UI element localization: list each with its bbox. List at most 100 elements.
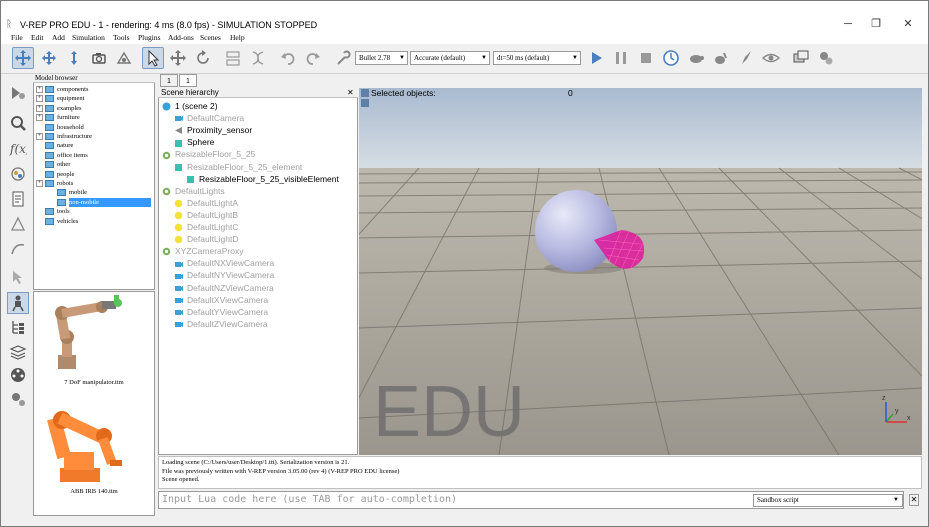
viewport-corner-icon-2[interactable] [361,99,369,107]
model-folder-item[interactable]: + infrastructure [36,132,92,141]
scene-object-row[interactable]: DefaultNYViewCamera [174,269,274,281]
scene-object-row[interactable]: DefaultNZViewCamera [174,282,274,294]
physics-engine-select[interactable]: Bullet 2.78 ▼ [355,51,408,65]
menu-edit[interactable]: Edit [31,33,44,43]
transfer-dna-button[interactable] [247,47,269,69]
close-button[interactable]: ✕ [898,18,918,30]
scene-object-row[interactable]: ResizableFloor_5_25 [162,148,255,160]
expand-icon[interactable]: + [36,104,43,112]
menu-add[interactable]: Add [52,33,65,43]
viewport-corner-icon[interactable] [361,89,369,97]
thumbnail-abb-irb-140[interactable] [42,398,134,486]
script-target-select[interactable]: Sandbox script ▼ [753,494,903,507]
scene-object-row[interactable]: 1 (scene 2) [162,100,218,112]
close-hierarchy-icon[interactable]: ✕ [347,88,354,97]
user-settings-button[interactable] [815,47,837,69]
user-settings-side-button[interactable] [7,388,29,410]
model-folder-item[interactable]: other [36,160,70,169]
visualization-toggle-button[interactable] [760,47,782,69]
expand-icon[interactable]: + [36,180,43,188]
scene-object-row[interactable]: DefaultYViewCamera [174,306,268,318]
layers-button[interactable] [7,341,29,363]
menu-help[interactable]: Help [230,33,245,43]
accuracy-select[interactable]: Accurate (default) ▼ [410,51,490,65]
scene-object-row[interactable]: DefaultCamera [174,112,244,124]
start-simulation-button[interactable] [585,47,607,69]
shape-edit-button[interactable] [7,213,29,235]
model-folder-item[interactable]: + equipment [36,94,84,103]
scene-object-row[interactable]: DefaultZViewCamera [174,318,268,330]
scene-object-row[interactable]: DefaultNXViewCamera [174,257,274,269]
collections-button[interactable] [7,163,29,185]
menu-simulation[interactable]: Simulation [72,33,105,43]
scene-object-row[interactable]: DefaultLightB [174,209,238,221]
scene-object-row[interactable]: Proximity_sensor [174,124,252,136]
scene-object-row[interactable]: DefaultLights [162,185,225,197]
pause-simulation-button[interactable] [610,47,632,69]
menu-add-ons[interactable]: Add-ons [168,33,194,43]
camera-rotate-button[interactable] [38,47,60,69]
expand-icon[interactable]: + [36,95,43,103]
model-browser-toggle-button[interactable] [7,292,29,314]
path-edit-button[interactable] [7,238,29,260]
menu-scenes[interactable]: Scenes [200,33,221,43]
model-folder-item[interactable]: people [36,170,74,179]
simulation-settings-button[interactable] [7,82,29,104]
scene-object-row[interactable]: DefaultLightA [174,197,238,209]
slower-button[interactable] [685,47,707,69]
model-folder-item[interactable]: non-mobile [48,197,151,207]
scene-object-row[interactable]: DefaultXViewCamera [174,294,268,306]
scripts-button[interactable] [7,188,29,210]
threaded-rendering-button[interactable] [735,47,757,69]
model-folder-item[interactable]: + components [36,85,88,94]
assemble-button[interactable] [222,47,244,69]
expand-icon[interactable]: + [36,114,43,122]
menu-file[interactable]: File [11,33,23,43]
model-folder-item[interactable]: tools [36,207,70,216]
stop-simulation-button[interactable] [635,47,657,69]
object-properties-button[interactable] [7,112,29,134]
model-folder-item[interactable]: + furniture [36,113,80,122]
scene-object-row[interactable]: DefaultLightD [174,233,239,245]
scene-tab-1[interactable]: 1 [160,74,178,87]
3d-viewport[interactable]: x y z EDU [359,88,922,455]
model-folder-item[interactable]: + robots [36,179,73,188]
undo-button[interactable] [277,47,299,69]
model-folder-item[interactable]: + examples [36,104,82,113]
scene-object-row[interactable]: XYZCameraProxy [162,245,244,257]
click-select-button[interactable] [142,47,164,69]
scene-hierarchy-toggle-button[interactable] [7,316,29,338]
minimize-button[interactable]: ─ [838,18,858,30]
scene-object-row[interactable]: DefaultLightC [174,221,239,233]
menu-plugins[interactable]: Plugins [138,33,161,43]
scene-object-row[interactable]: Sphere [174,136,214,148]
model-folder-item[interactable]: nature [36,141,73,150]
video-recorder-button[interactable] [7,364,29,386]
real-time-button[interactable] [660,47,682,69]
model-folder-item[interactable]: mobile [48,188,87,197]
thumbnail-7dof-manipulator[interactable] [40,293,140,375]
faster-button[interactable] [710,47,732,69]
camera-fit-button[interactable] [88,47,110,69]
clear-lua-button[interactable]: ✕ [909,494,919,506]
model-folder-item[interactable]: household [36,123,84,132]
scene-object-row[interactable]: ResizableFloor_5_25_visibleElement [186,173,339,185]
scene-tab-2[interactable]: 1 [179,74,197,87]
camera-pan-button[interactable] [12,47,34,69]
menu-tools[interactable]: Tools [113,33,130,43]
camera-angle-button[interactable] [113,47,135,69]
expand-icon[interactable]: + [36,133,43,141]
restore-button[interactable]: ❐ [866,18,886,30]
camera-shift-button[interactable] [63,47,85,69]
dynamics-toggle-button[interactable] [332,47,354,69]
expand-icon[interactable]: + [36,86,43,94]
selection-button[interactable] [7,266,29,288]
time-step-select[interactable]: dt=50 ms (default) ▼ [493,51,581,65]
scene-object-row[interactable]: ResizableFloor_5_25_element [174,161,302,173]
model-folder-item[interactable]: office items [36,151,88,160]
model-folder-item[interactable]: vehicles [36,217,78,226]
calculation-modules-button[interactable]: f(x) [7,137,29,159]
redo-button[interactable] [302,47,324,69]
object-rotate-button[interactable] [192,47,214,69]
object-shift-button[interactable] [167,47,189,69]
